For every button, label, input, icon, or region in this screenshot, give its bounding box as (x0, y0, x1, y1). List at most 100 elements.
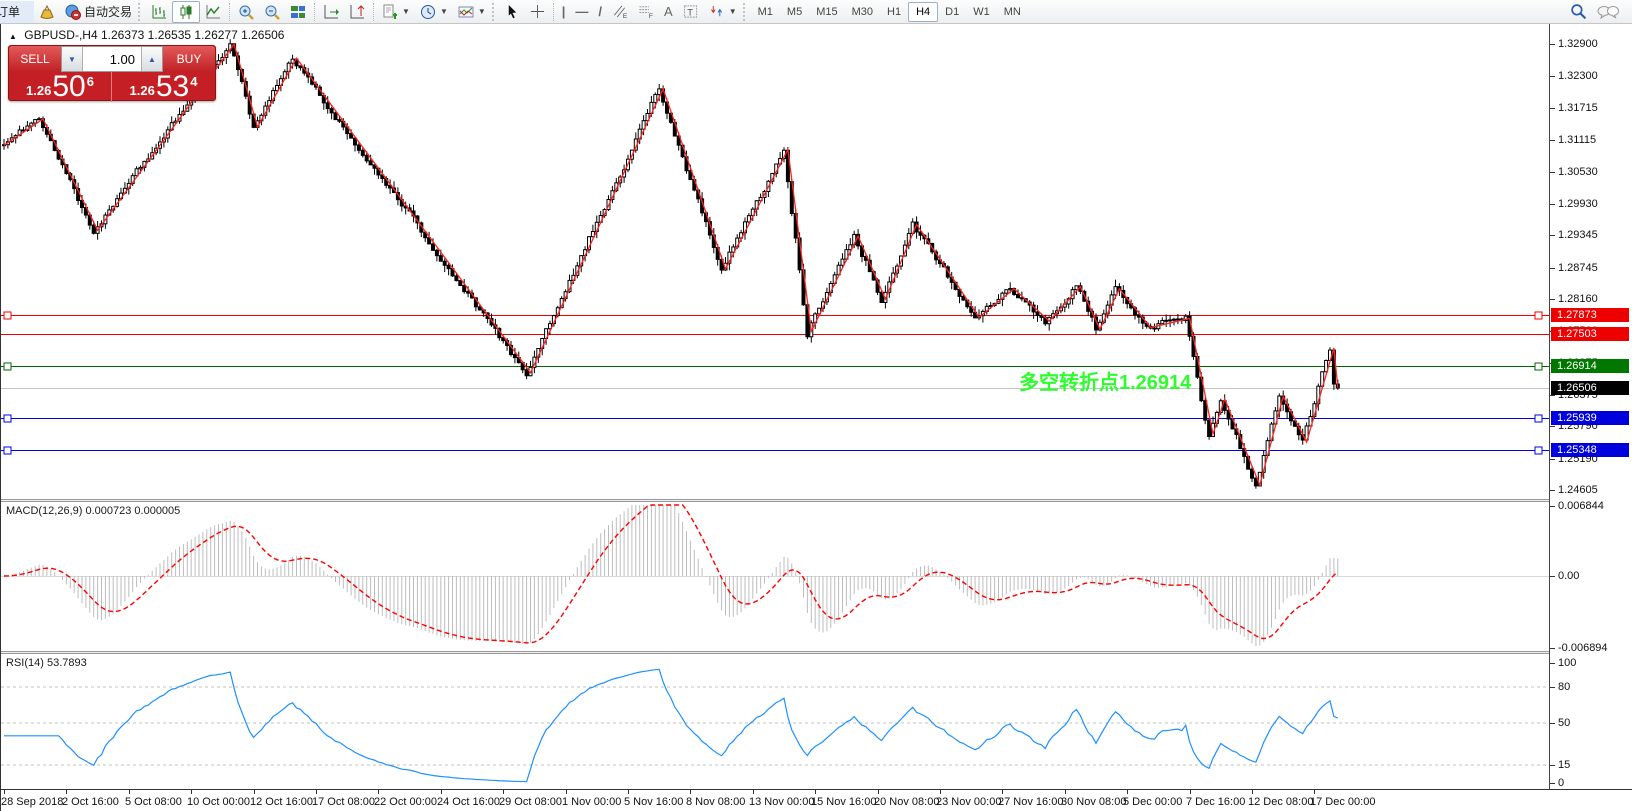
time-axis-tick (316, 790, 317, 794)
volume-value[interactable]: 1.00 (83, 47, 141, 71)
time-tick-label: 17 Oct 08:00 (312, 796, 375, 808)
search-button[interactable] (1565, 1, 1592, 23)
channel-tool[interactable]: E (607, 1, 633, 23)
trendline-tool[interactable]: / (593, 1, 607, 23)
price-tick-label: 50 (1558, 717, 1570, 729)
time-axis-tick (815, 790, 816, 794)
time-tick-label: 12 Oct 16:00 (250, 796, 313, 808)
candlestick-mode-button[interactable] (172, 1, 200, 23)
arrows-tool[interactable]: ▼ (704, 1, 742, 23)
timeframe-button-m15[interactable]: M15 (809, 2, 844, 22)
text-tool[interactable]: A (659, 1, 678, 23)
price-tick-label: 0.00 (1558, 570, 1579, 582)
timeframe-button-w1[interactable]: W1 (966, 2, 997, 22)
chat-button[interactable] (1592, 1, 1624, 23)
price-tick-label: 1.30530 (1558, 166, 1598, 178)
new-chart-icon (382, 4, 398, 20)
price-tick-label: 1.29930 (1558, 198, 1598, 210)
time-axis-tick (1127, 790, 1128, 794)
candles (3, 39, 1340, 488)
clock-icon (420, 4, 436, 20)
sell-price-tile[interactable]: 1.26 50 6 (9, 72, 112, 102)
time-axis-tick (378, 790, 379, 794)
fibonacci-tool[interactable]: F (633, 1, 659, 23)
price-axis[interactable]: 1.329001.323001.317151.311151.305301.299… (1549, 24, 1632, 789)
timeframe-button-m30[interactable]: M30 (845, 2, 880, 22)
candlestick-icon (178, 4, 194, 20)
hline-price-label: 1.27873 (1551, 308, 1629, 322)
bar-chart-mode-button[interactable] (146, 1, 172, 23)
collapse-triangle-icon[interactable]: ▲ (9, 32, 17, 41)
axis-tick (1550, 140, 1555, 141)
chart-window[interactable]: ▲ GBPUSD-,H4 1.26373 1.26535 1.26277 1.2… (0, 24, 1632, 811)
time-tick-label: 28 Sep 2018 (1, 796, 63, 808)
time-axis[interactable]: 28 Sep 20182 Oct 16:005 Oct 08:0010 Oct … (1, 789, 1632, 811)
time-axis-tick (1002, 790, 1003, 794)
timeframe-button-h4[interactable]: H4 (908, 2, 938, 22)
axis-tick (1550, 108, 1555, 109)
timeframe-button-mn[interactable]: MN (997, 2, 1028, 22)
periodicity-button[interactable]: ▼ (415, 1, 453, 23)
deposit-button[interactable] (34, 1, 60, 23)
axis-tick (1550, 576, 1555, 577)
timeframe-button-h1[interactable]: H1 (880, 2, 908, 22)
cursor-icon (505, 4, 520, 19)
time-axis-tick (753, 790, 754, 794)
money-pouch-icon (39, 4, 55, 20)
tile-windows-button[interactable] (285, 1, 311, 23)
price-tick-label: 1.32300 (1558, 70, 1598, 82)
axis-tick (1550, 687, 1555, 688)
crosshair-tool-button[interactable] (525, 1, 550, 23)
chart-shift-button[interactable] (344, 1, 370, 23)
price-tick-label: 1.31715 (1558, 102, 1598, 114)
autotrade-button[interactable]: 自动交易 (60, 1, 137, 23)
vertical-line-tool[interactable]: | (557, 1, 571, 23)
hline-price-label: 1.27503 (1551, 327, 1629, 341)
toolbar-grip (743, 3, 748, 21)
time-axis-tick (628, 790, 629, 794)
volume-stepper: ▼ 1.00 ▲ (61, 46, 163, 72)
time-axis-tick (566, 790, 567, 794)
volume-decrease-button[interactable]: ▼ (62, 47, 83, 71)
zoom-in-button[interactable] (233, 1, 259, 23)
time-axis-tick (1065, 790, 1066, 794)
time-axis-tick (940, 790, 941, 794)
buy-price-tile[interactable]: 1.26 53 4 (112, 72, 215, 102)
new-chart-button[interactable]: ▼ (377, 1, 415, 23)
time-tick-label: 20 Nov 08:00 (874, 796, 939, 808)
svg-text:F: F (649, 13, 653, 19)
time-axis-tick (878, 790, 879, 794)
axis-tick (1550, 44, 1555, 45)
ohlc-values: 1.26373 1.26535 1.26277 1.26506 (101, 28, 285, 42)
axis-tick (1550, 204, 1555, 205)
time-axis-tick (191, 790, 192, 794)
line-chart-mode-button[interactable] (200, 1, 226, 23)
timeframe-button-m1[interactable]: M1 (751, 2, 780, 22)
chart-plot[interactable] (1, 24, 1549, 789)
timeframe-button-d1[interactable]: D1 (938, 2, 966, 22)
axis-tick (1550, 490, 1555, 491)
time-tick-label: 8 Nov 08:00 (686, 796, 745, 808)
volume-increase-button[interactable]: ▲ (141, 47, 162, 71)
label-tool[interactable]: T (678, 1, 704, 23)
buy-button[interactable]: BUY (163, 46, 215, 72)
axis-tick (1550, 765, 1555, 766)
indicators-button[interactable]: ▼ (453, 1, 491, 23)
auto-scroll-button[interactable] (318, 1, 344, 23)
price-tick-label: 15 (1558, 759, 1570, 771)
cursor-tool-button[interactable] (500, 1, 525, 23)
timeframe-button-m5[interactable]: M5 (780, 2, 809, 22)
indicators-icon (458, 4, 474, 20)
channel-icon: E (612, 4, 628, 19)
time-tick-label: 5 Nov 16:00 (624, 796, 683, 808)
time-axis-tick (4, 790, 5, 794)
horizontal-line-tool[interactable]: — (570, 1, 593, 23)
zoom-out-button[interactable] (259, 1, 285, 23)
sell-button[interactable]: SELL (9, 46, 61, 72)
new-order-button[interactable]: 订单 (0, 1, 34, 23)
auto-scroll-icon (323, 4, 339, 20)
time-axis-tick (129, 790, 130, 794)
mt4-window: 订单 自动交易 (0, 0, 1632, 811)
time-tick-label: 27 Nov 16:00 (998, 796, 1063, 808)
zoom-out-icon (264, 4, 280, 20)
